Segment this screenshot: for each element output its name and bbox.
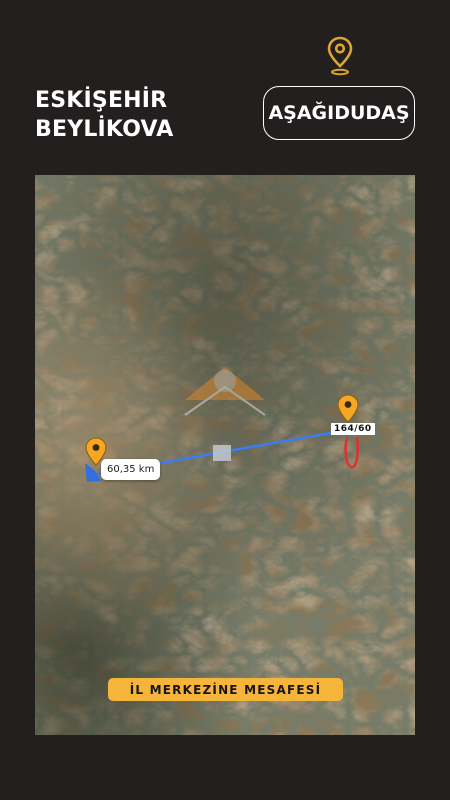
village-badge: AŞAĞIDUDAŞ (263, 86, 415, 140)
map-pin-icon (327, 36, 353, 76)
district-name: BEYLİKOVA (35, 117, 174, 142)
distance-caption: İL MERKEZİNE MESAFESİ (108, 678, 343, 701)
location-title: ESKİŞEHİR BEYLİKOVA (35, 86, 173, 144)
city-name: ESKİŞEHİR (35, 88, 168, 113)
midpoint-handle[interactable] (213, 445, 231, 461)
satellite-map[interactable]: 60,35 km 164/60 İL MERKEZİNE MESAFESİ (35, 175, 415, 735)
distance-label: 60,35 km (101, 459, 161, 480)
satellite-terrain (35, 175, 415, 735)
parcel-number-label: 164/60 (331, 423, 375, 435)
